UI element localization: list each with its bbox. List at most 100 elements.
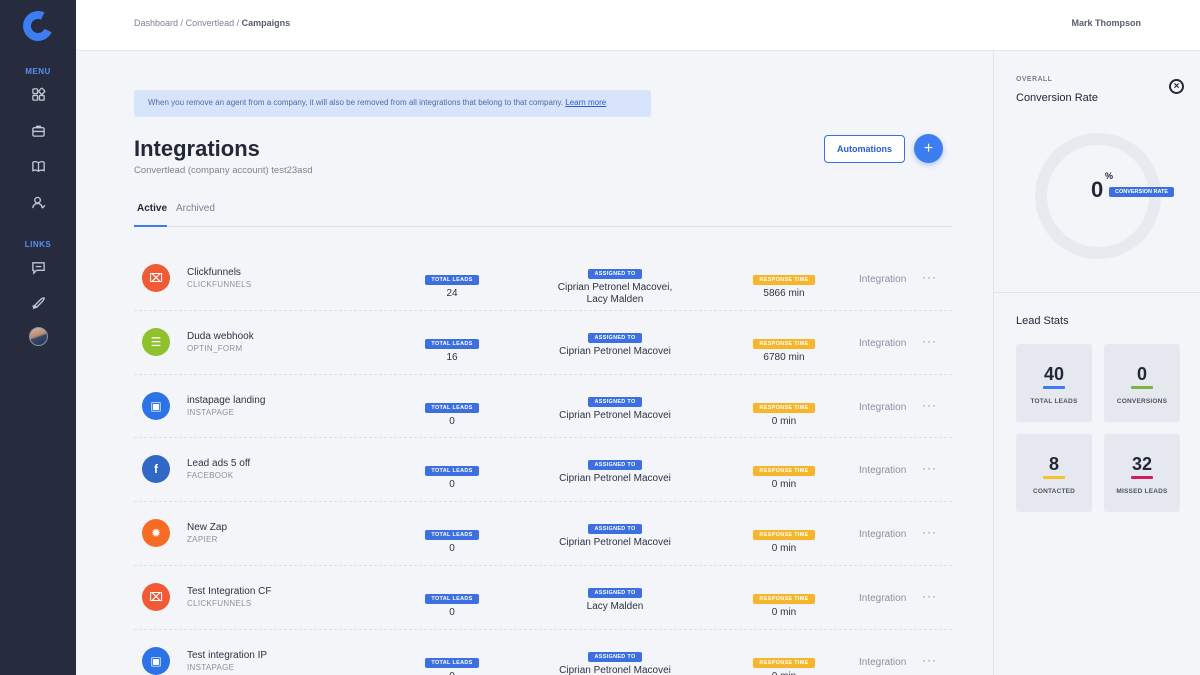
more-options-icon[interactable]: ··· [922,398,937,412]
assigned-to-badge: ASSIGNED TO [588,460,642,471]
instapage-icon: ▣ [142,646,170,675]
user-name[interactable]: Mark Thompson [1071,18,1141,28]
lead-stat-label: TOTAL LEADS [1030,398,1078,405]
conversion-percent-sign: % [1105,171,1114,181]
response-time-value: 0 min [771,606,797,618]
conversion-rate-title: Conversion Rate [1016,92,1098,104]
dashboard-icon[interactable] [20,76,56,112]
total-leads-badge: TOTAL LEADS [425,402,479,413]
page-title: Integrations [134,136,260,161]
rocket-icon[interactable] [20,285,56,321]
total-leads-column: TOTAL LEADS 0 [424,587,480,618]
facebook-icon: f [142,455,170,484]
integration-row[interactable]: ▣ Test integration IP INSTAPAGE TOTAL LE… [134,630,952,675]
integration-source: CLICKFUNNELS [187,598,252,608]
integration-source: CLICKFUNNELS [187,280,252,289]
response-time-badge: RESPONSE TIME [753,402,815,413]
integration-row[interactable]: ☰ Duda webhook OPTIN_FORM TOTAL LEADS 16… [134,311,952,375]
response-time-value: 6780 min [763,351,805,363]
user-avatar[interactable] [28,327,48,346]
integration-row[interactable]: ⌧ Test Integration CF CLICKFUNNELS TOTAL… [134,566,952,630]
tab-archived[interactable]: Archived [176,203,215,214]
sidebar: MENU LINKS [0,0,76,675]
total-leads-value: 0 [449,606,455,618]
integration-name[interactable]: Test integration IP [187,650,267,661]
response-time-badge: RESPONSE TIME [753,466,815,477]
breadcrumb-dashboard[interactable]: Dashboard [134,18,178,28]
convertlead-logo[interactable] [18,6,58,46]
integration-link[interactable]: Integration [859,274,906,285]
overall-label: OVERALL [1016,76,1053,83]
lead-stat-bar [1043,386,1065,389]
integration-source: INSTAPAGE [187,407,235,417]
integration-name[interactable]: Test Integration CF [187,586,271,597]
integration-link[interactable]: Integration [859,593,906,604]
top-bar: Dashboard / Convertlead / Campaigns Mark… [76,0,1200,51]
integration-link[interactable]: Integration [859,402,906,413]
response-time-value: 0 min [771,479,797,491]
learn-more-link[interactable]: Learn more [565,98,606,107]
chat-icon[interactable] [20,249,56,285]
assigned-to-column: ASSIGNED TO Ciprian Petronel Macovei [544,326,686,358]
total-leads-column: TOTAL LEADS 0 [424,651,480,675]
assigned-to-badge: ASSIGNED TO [588,269,642,279]
breadcrumb-convertlead[interactable]: Convertlead [186,18,235,28]
integration-name[interactable]: Duda webhook [187,331,254,342]
more-options-icon[interactable]: ··· [922,334,937,348]
user-icon[interactable] [20,184,56,220]
total-leads-badge: TOTAL LEADS [425,338,479,349]
clickfunnels-icon: ⌧ [142,264,170,292]
integration-name[interactable]: New Zap [187,522,227,533]
response-time-badge: RESPONSE TIME [753,657,815,668]
total-leads-value: 16 [446,351,458,363]
more-options-icon[interactable]: ··· [922,461,937,475]
assigned-to-column: ASSIGNED TO Ciprian Petronel Macovei [544,390,686,422]
response-time-value: 0 min [771,415,797,427]
lead-stat-bar [1131,476,1153,479]
lead-stat-card: 40 TOTAL LEADS [1016,344,1092,422]
assigned-agent: Ciprian Petronel Macovei [559,664,671,675]
lead-stat-label: CONTACTED [1032,488,1076,495]
response-time-value: 0 min [771,543,797,555]
response-time-column: RESPONSE TIME 0 min [752,587,816,618]
integration-name[interactable]: instapage landing [187,395,265,406]
assigned-agent: Ciprian Petronel Macovei [559,345,671,357]
tab-active[interactable]: Active [133,203,168,227]
integration-link[interactable]: Integration [859,465,906,476]
automations-button[interactable]: Automations [824,135,905,163]
lead-stat-value: 0 [1136,364,1147,384]
integration-link[interactable]: Integration [859,657,906,668]
lead-stat-label: CONVERSIONS [1116,398,1168,405]
total-leads-badge: TOTAL LEADS [425,593,479,604]
book-icon[interactable] [20,148,56,184]
assigned-to-column: ASSIGNED TO Lacy Malden [544,581,686,613]
response-time-badge: RESPONSE TIME [753,338,815,349]
response-time-badge: RESPONSE TIME [753,275,815,285]
more-options-icon[interactable]: ··· [922,270,937,284]
more-options-icon[interactable]: ··· [922,589,937,603]
integration-row[interactable]: f Lead ads 5 off FACEBOOK TOTAL LEADS 0 … [134,438,952,503]
more-options-icon[interactable]: ··· [922,653,937,667]
total-leads-value: 0 [424,671,480,675]
assigned-to-column: ASSIGNED TO Ciprian Petronel Macovei [544,517,686,549]
briefcase-icon[interactable] [20,112,56,148]
integration-row[interactable]: ⌧ Clickfunnels CLICKFUNNELS TOTAL LEADS … [134,247,952,311]
lead-stat-label: MISSED LEADS [1116,488,1168,495]
total-leads-badge: TOTAL LEADS [425,530,479,541]
add-integration-button[interactable]: + [914,134,943,163]
integration-link[interactable]: Integration [859,529,906,540]
lead-stat-bar [1043,476,1065,479]
total-leads-value: 0 [449,543,455,555]
total-leads-badge: TOTAL LEADS [425,275,479,285]
integration-name[interactable]: Lead ads 5 off [187,458,250,469]
assigned-to-column: ASSIGNED TO Ciprian Petronel Macovei [544,645,686,675]
more-options-icon[interactable]: ··· [922,525,937,539]
integration-name[interactable]: Clickfunnels [187,267,241,278]
tabs: Active Archived [133,195,952,227]
integration-link[interactable]: Integration [859,338,906,349]
integration-row[interactable]: ✹ New Zap ZAPIER TOTAL LEADS 0 ASSIGNED … [134,502,952,566]
response-time-column: RESPONSE TIME 0 min [752,651,816,675]
close-icon[interactable]: × [1169,79,1184,94]
total-leads-column: TOTAL LEADS 16 [424,332,480,363]
integration-row[interactable]: ▣ instapage landing INSTAPAGE TOTAL LEAD… [134,375,952,439]
